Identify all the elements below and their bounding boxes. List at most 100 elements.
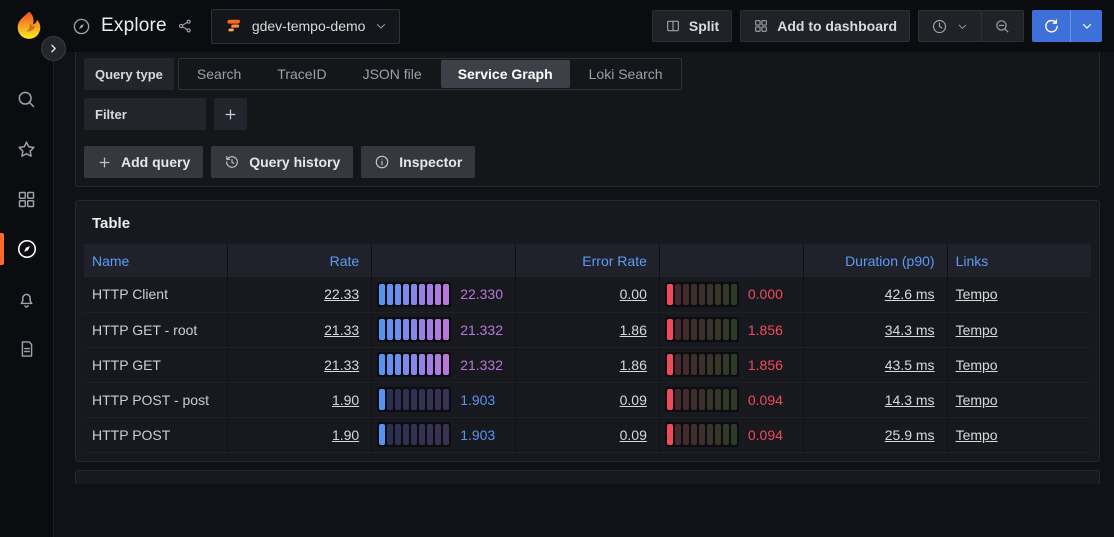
column-header-duration-p90[interactable]: Duration (p90) bbox=[803, 244, 947, 277]
rate-link[interactable]: 1.90 bbox=[332, 427, 359, 443]
grafana-logo-icon[interactable] bbox=[12, 9, 46, 43]
gauge-cell bbox=[731, 424, 737, 445]
chevron-down-icon bbox=[956, 20, 969, 33]
error-rate-link[interactable]: 1.86 bbox=[620, 322, 647, 338]
run-query-interval-dropdown[interactable] bbox=[1070, 10, 1102, 42]
sidebar-item-dashboards[interactable] bbox=[0, 188, 54, 210]
gauge-cell bbox=[379, 319, 385, 340]
add-to-dashboard-button[interactable]: Add to dashboard bbox=[740, 10, 910, 42]
error-gauge-wrap: 1.856 bbox=[665, 352, 802, 377]
tempo-link[interactable]: Tempo bbox=[956, 357, 998, 373]
gauge-cell bbox=[387, 284, 393, 305]
error-rate-link[interactable]: 0.09 bbox=[620, 427, 647, 443]
gauge-cell bbox=[699, 389, 705, 410]
tab-traceid[interactable]: TraceID bbox=[260, 60, 343, 88]
column-header-gauge[interactable] bbox=[372, 244, 516, 277]
gauge-cell bbox=[395, 319, 401, 340]
plus-icon bbox=[97, 155, 112, 170]
gauge-cell bbox=[403, 389, 409, 410]
gauge-cell bbox=[667, 389, 673, 410]
rate-lcd-gauge bbox=[377, 387, 451, 412]
cell-error-rate: 0.09 bbox=[516, 382, 660, 417]
cell-error-gauge: 1.856 bbox=[659, 347, 803, 382]
tempo-link[interactable]: Tempo bbox=[956, 286, 998, 302]
gauge-cell bbox=[723, 319, 729, 340]
gauge-cell bbox=[387, 424, 393, 445]
gauge-cell bbox=[691, 319, 697, 340]
error-rate-link[interactable]: 0.00 bbox=[620, 286, 647, 302]
gauge-cell bbox=[443, 354, 449, 375]
cell-rate-gauge: 21.332 bbox=[372, 312, 516, 347]
error-rate-link[interactable]: 1.86 bbox=[620, 357, 647, 373]
gauge-cell bbox=[411, 389, 417, 410]
column-header-rate[interactable]: Rate bbox=[228, 244, 372, 277]
error-gauge-value: 1.856 bbox=[748, 322, 783, 338]
tab-search[interactable]: Search bbox=[180, 60, 258, 88]
gauge-cell bbox=[403, 424, 409, 445]
tab-service-graph[interactable]: Service Graph bbox=[441, 60, 570, 88]
split-icon bbox=[665, 18, 681, 34]
sidebar bbox=[0, 52, 54, 537]
explore-compass-icon bbox=[16, 238, 38, 260]
rate-gauge-wrap: 1.903 bbox=[377, 422, 514, 447]
gauge-cell bbox=[699, 284, 705, 305]
rate-link[interactable]: 21.33 bbox=[324, 357, 359, 373]
duration-link[interactable]: 42.6 ms bbox=[885, 286, 935, 302]
inspector-button[interactable]: Inspector bbox=[361, 146, 475, 178]
sidebar-item-search[interactable] bbox=[0, 88, 54, 110]
column-header-name[interactable]: Name bbox=[84, 244, 228, 277]
gauge-cell bbox=[683, 354, 689, 375]
split-label: Split bbox=[689, 18, 719, 34]
gauge-cell bbox=[395, 284, 401, 305]
run-query-button[interactable] bbox=[1032, 10, 1070, 42]
gauge-cell bbox=[691, 354, 697, 375]
query-history-button[interactable]: Query history bbox=[211, 146, 353, 178]
error-rate-link[interactable]: 0.09 bbox=[620, 392, 647, 408]
gauge-cell bbox=[691, 424, 697, 445]
rate-gauge-value: 21.332 bbox=[460, 357, 503, 373]
share-icon[interactable] bbox=[177, 18, 193, 34]
inspector-label: Inspector bbox=[399, 154, 462, 170]
error-lcd-gauge bbox=[665, 387, 739, 412]
add-filter-button[interactable] bbox=[214, 98, 247, 130]
gauge-cell bbox=[715, 424, 721, 445]
rate-link[interactable]: 1.90 bbox=[332, 392, 359, 408]
rate-link[interactable]: 21.33 bbox=[324, 322, 359, 338]
column-header-error-rate[interactable]: Error Rate bbox=[516, 244, 660, 277]
sidebar-expand-button[interactable] bbox=[41, 36, 66, 61]
sidebar-item-favorites[interactable] bbox=[0, 138, 54, 160]
tab-loki-search[interactable]: Loki Search bbox=[572, 60, 680, 88]
column-header-links[interactable]: Links bbox=[947, 244, 1091, 277]
time-picker-button[interactable] bbox=[918, 10, 982, 42]
cell-rate: 1.90 bbox=[228, 417, 372, 452]
split-button[interactable]: Split bbox=[652, 10, 732, 42]
cell-duration: 34.3 ms bbox=[803, 312, 947, 347]
duration-link[interactable]: 43.5 ms bbox=[885, 357, 935, 373]
refresh-icon bbox=[1043, 18, 1060, 35]
rate-lcd-gauge bbox=[377, 282, 451, 307]
tab-json-file[interactable]: JSON file bbox=[346, 60, 439, 88]
gauge-cell bbox=[675, 389, 681, 410]
zoom-out-time-button[interactable] bbox=[982, 10, 1024, 42]
datasource-picker[interactable]: gdev-tempo-demo bbox=[211, 9, 401, 44]
duration-link[interactable]: 25.9 ms bbox=[885, 427, 935, 443]
duration-link[interactable]: 34.3 ms bbox=[885, 322, 935, 338]
column-header-gauge[interactable] bbox=[659, 244, 803, 277]
cell-error-rate: 0.00 bbox=[516, 277, 660, 312]
gauge-cell bbox=[411, 424, 417, 445]
tempo-link[interactable]: Tempo bbox=[956, 427, 998, 443]
tempo-link[interactable]: Tempo bbox=[956, 392, 998, 408]
filter-row: Filter bbox=[84, 98, 1091, 130]
cell-name: HTTP POST bbox=[84, 417, 228, 452]
duration-link[interactable]: 14.3 ms bbox=[885, 392, 935, 408]
datasource-name: gdev-tempo-demo bbox=[252, 18, 366, 34]
tempo-link[interactable]: Tempo bbox=[956, 322, 998, 338]
sidebar-item-docs[interactable] bbox=[0, 338, 54, 360]
rate-lcd-gauge bbox=[377, 422, 451, 447]
add-query-button[interactable]: Add query bbox=[84, 146, 203, 178]
sidebar-item-explore[interactable] bbox=[0, 238, 54, 260]
rate-gauge-value: 1.903 bbox=[460, 427, 495, 443]
sidebar-item-alerting[interactable] bbox=[0, 288, 54, 310]
rate-gauge-wrap: 1.903 bbox=[377, 387, 514, 412]
rate-link[interactable]: 22.33 bbox=[324, 286, 359, 302]
